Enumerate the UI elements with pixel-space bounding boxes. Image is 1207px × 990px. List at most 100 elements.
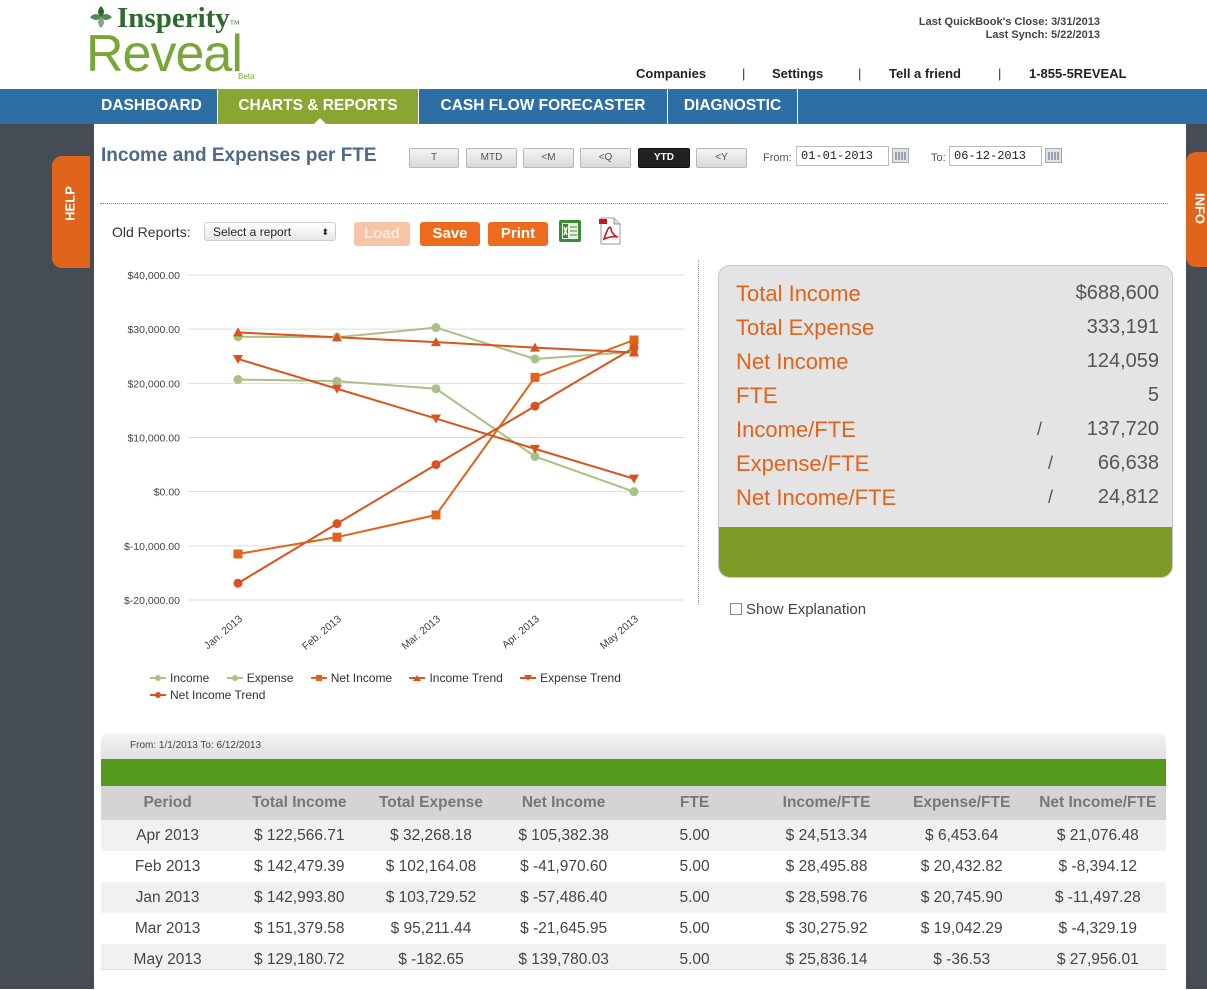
summary-value: 66,638 bbox=[1098, 452, 1159, 475]
calendar-icon[interactable] bbox=[892, 148, 909, 163]
table-cell: $ 102,164.08 bbox=[364, 851, 497, 882]
table-cell: $ 20,745.90 bbox=[894, 882, 1030, 913]
table-cell: 5.00 bbox=[630, 851, 760, 882]
legend-item-net-income-trend[interactable]: Net Income Trend bbox=[150, 687, 265, 704]
tab-diagnostic[interactable]: DIAGNOSTIC bbox=[668, 89, 798, 124]
legend-item-expense-trend[interactable]: Expense Trend bbox=[520, 670, 621, 687]
excel-export-icon[interactable] bbox=[558, 219, 582, 243]
period-button-prev-quarter[interactable]: <Q bbox=[580, 148, 631, 168]
companies-link[interactable]: Companies bbox=[636, 66, 706, 81]
period-button-prev-year[interactable]: <Y bbox=[696, 148, 747, 168]
table-cell: $ -57,486.40 bbox=[498, 882, 630, 913]
report-select[interactable]: Select a report ⬍ bbox=[204, 222, 336, 241]
column-header[interactable]: Net Income/FTE bbox=[1030, 786, 1166, 820]
show-explanation-toggle[interactable]: Show Explanation bbox=[730, 601, 866, 618]
table-cell: $ -21,645.95 bbox=[498, 913, 630, 944]
data-point bbox=[629, 475, 639, 484]
summary-label: Net Income bbox=[736, 349, 849, 375]
table-cell: $ 32,268.18 bbox=[364, 820, 497, 851]
sync-info: Last QuickBook's Close: 3/31/2013 Last S… bbox=[919, 16, 1100, 42]
y-tick-label: $40,000.00 bbox=[127, 270, 180, 282]
table-cell: Feb 2013 bbox=[101, 851, 234, 882]
column-header[interactable]: FTE bbox=[630, 786, 760, 820]
report-select-value: Select a report bbox=[213, 225, 291, 239]
table-cell: $ -11,497.28 bbox=[1030, 882, 1166, 913]
tell-a-friend-link[interactable]: Tell a friend bbox=[889, 66, 961, 81]
legend-item-net-income[interactable]: Net Income bbox=[311, 670, 392, 687]
legend-item-income[interactable]: Income bbox=[150, 670, 209, 687]
print-button[interactable]: Print bbox=[488, 222, 548, 246]
page-title: Income and Expenses per FTE bbox=[101, 145, 377, 167]
summary-value: 333,191 bbox=[1087, 316, 1159, 339]
column-header[interactable]: Period bbox=[101, 786, 234, 820]
table-cell: 5.00 bbox=[630, 913, 760, 944]
show-explanation-checkbox[interactable] bbox=[730, 603, 742, 615]
from-date-input[interactable]: 01-01-2013 bbox=[796, 146, 889, 166]
separator: | bbox=[858, 66, 861, 81]
table-cell: $ -41,970.60 bbox=[498, 851, 630, 882]
table-row: Apr 2013$ 122,566.71$ 32,268.18$ 105,382… bbox=[101, 820, 1166, 851]
reveal-logo: Reveal bbox=[86, 24, 242, 84]
data-point bbox=[234, 549, 243, 558]
table-green-bar bbox=[101, 759, 1166, 786]
separator: | bbox=[998, 66, 1001, 81]
column-header[interactable]: Income/FTE bbox=[759, 786, 893, 820]
last-synch-text: Last Synch: 5/22/2013 bbox=[919, 29, 1100, 42]
line-chart: $40,000.00$30,000.00$20,000.00$10,000.00… bbox=[100, 255, 692, 675]
tab-dashboard[interactable]: DASHBOARD bbox=[86, 89, 218, 124]
table-cell: $ 95,211.44 bbox=[364, 913, 497, 944]
to-date-input[interactable]: 06-12-2013 bbox=[949, 146, 1042, 166]
y-tick-label: $-10,000.00 bbox=[124, 541, 180, 553]
active-tab-indicator bbox=[313, 118, 327, 125]
data-point bbox=[234, 375, 243, 384]
summary-slash: / bbox=[1037, 419, 1042, 440]
column-header[interactable]: Net Income bbox=[498, 786, 630, 820]
table-cell: $ 142,993.80 bbox=[234, 882, 364, 913]
tab-cash-flow-forecaster[interactable]: CASH FLOW FORECASTER bbox=[419, 89, 668, 124]
divider bbox=[100, 203, 1168, 204]
x-tick-label: May 2013 bbox=[598, 613, 641, 652]
summary-label: Income/FTE bbox=[736, 417, 856, 443]
column-header[interactable]: Expense/FTE bbox=[894, 786, 1030, 820]
info-label[interactable]: INFO bbox=[1193, 189, 1207, 229]
calendar-icon[interactable] bbox=[1045, 148, 1062, 163]
legend-item-expense[interactable]: Expense bbox=[227, 670, 294, 687]
chart-divider bbox=[698, 260, 699, 605]
column-header[interactable]: Total Income bbox=[234, 786, 364, 820]
phone-link[interactable]: 1-855-5REVEAL bbox=[1029, 66, 1127, 81]
legend-item-income-trend[interactable]: Income Trend bbox=[409, 670, 502, 687]
old-reports-label: Old Reports: bbox=[112, 224, 191, 240]
legend-label: Income Trend bbox=[429, 671, 502, 685]
table-cell: Jan 2013 bbox=[101, 882, 234, 913]
beta-label: Beta bbox=[238, 72, 254, 81]
period-button-ytd[interactable]: YTD bbox=[638, 148, 690, 168]
table-cell: $ 21,076.48 bbox=[1030, 820, 1166, 851]
table-cell: $ 122,566.71 bbox=[234, 820, 364, 851]
data-point bbox=[432, 384, 441, 393]
pdf-export-icon[interactable] bbox=[598, 217, 622, 245]
summary-value: 24,812 bbox=[1098, 486, 1159, 509]
legend-marker bbox=[409, 673, 425, 683]
save-button[interactable]: Save bbox=[420, 222, 480, 246]
table-cell: Mar 2013 bbox=[101, 913, 234, 944]
data-point bbox=[333, 533, 342, 542]
x-tick-label: Apr. 2013 bbox=[500, 613, 542, 651]
settings-link[interactable]: Settings bbox=[772, 66, 823, 81]
period-button-today[interactable]: T bbox=[409, 148, 459, 168]
load-button[interactable]: Load bbox=[354, 222, 410, 246]
period-button-mtd[interactable]: MTD bbox=[466, 148, 517, 168]
data-table: PeriodTotal IncomeTotal ExpenseNet Incom… bbox=[101, 786, 1166, 975]
series-line bbox=[238, 340, 634, 554]
last-close-text: Last QuickBook's Close: 3/31/2013 bbox=[919, 16, 1100, 29]
data-point bbox=[531, 373, 540, 382]
table-cell: $ 28,495.88 bbox=[759, 851, 893, 882]
table-cell: $ -4,329.19 bbox=[1030, 913, 1166, 944]
period-button-prev-month[interactable]: <M bbox=[523, 148, 574, 168]
data-point bbox=[630, 343, 639, 352]
table-row: Feb 2013$ 142,479.39$ 102,164.08$ -41,97… bbox=[101, 851, 1166, 882]
help-label[interactable]: HELP bbox=[63, 184, 78, 224]
table-footer bbox=[101, 969, 1166, 990]
summary-label: Expense/FTE bbox=[736, 451, 869, 477]
column-header[interactable]: Total Expense bbox=[364, 786, 497, 820]
summary-value: $688,600 bbox=[1076, 282, 1159, 305]
